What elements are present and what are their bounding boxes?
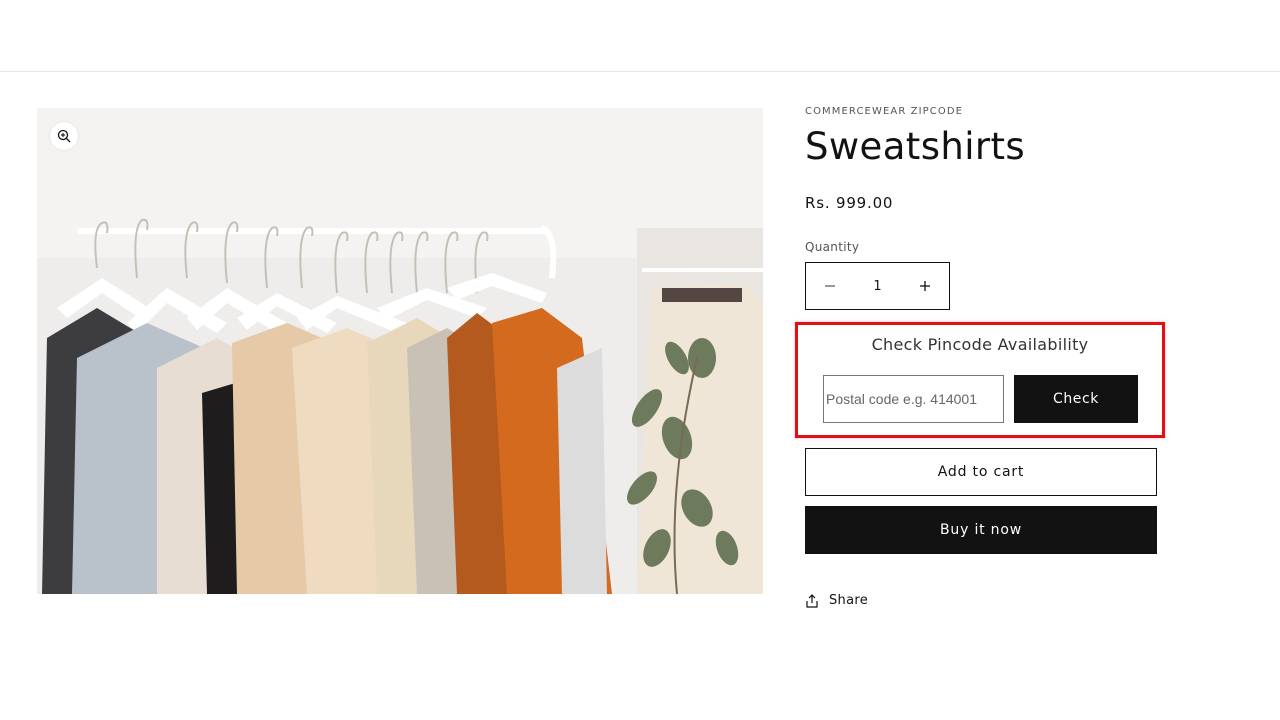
pincode-checker: Check Pincode Availability Check: [795, 322, 1165, 438]
product-price: Rs. 999.00: [805, 194, 894, 212]
pincode-title: Check Pincode Availability: [871, 335, 1089, 354]
share-button[interactable]: Share: [805, 593, 868, 608]
quantity-decrease-button[interactable]: [806, 263, 854, 309]
minus-icon: [825, 285, 835, 287]
share-icon: [806, 593, 818, 608]
plus-icon: [920, 281, 930, 291]
product-vendor: COMMERCEWEAR ZIPCODE: [805, 106, 964, 117]
product-title: Sweatshirts: [805, 125, 1026, 168]
clothing-rack-photo: [37, 108, 763, 594]
quantity-input[interactable]: 1: [854, 279, 901, 294]
postal-code-input[interactable]: [823, 375, 1004, 423]
site-header: [0, 0, 1280, 72]
check-pincode-button[interactable]: Check: [1014, 375, 1138, 423]
product-info: COMMERCEWEAR ZIPCODE Sweatshirts Rs. 999…: [805, 106, 1157, 310]
quantity-increase-button[interactable]: [901, 263, 949, 309]
zoom-in-icon[interactable]: [50, 122, 78, 150]
add-to-cart-button[interactable]: Add to cart: [805, 448, 1157, 496]
quantity-label: Quantity: [805, 240, 860, 254]
share-label: Share: [829, 593, 869, 608]
product-image[interactable]: [37, 108, 763, 594]
buy-now-button[interactable]: Buy it now: [805, 506, 1157, 554]
quantity-stepper: 1: [805, 262, 950, 310]
